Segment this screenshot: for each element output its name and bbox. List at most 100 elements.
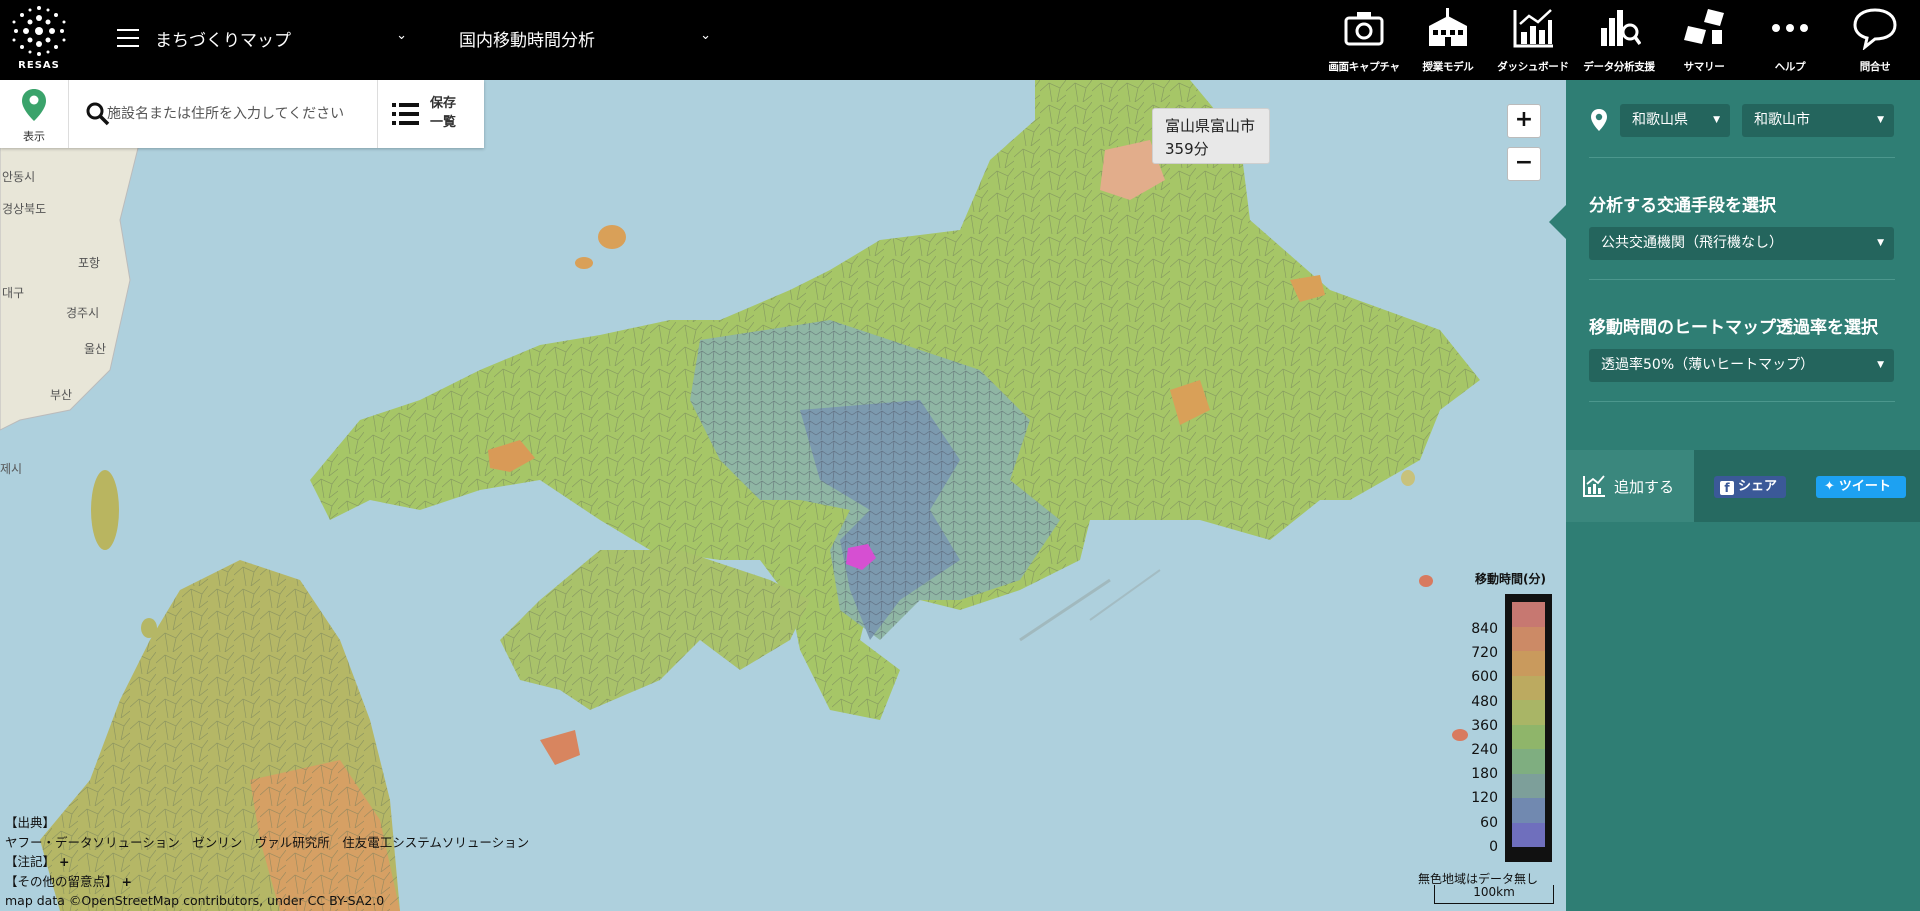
divider — [1589, 279, 1895, 280]
legend-swatch — [1512, 749, 1545, 774]
chevron-down-icon: ⌄ — [396, 28, 407, 43]
tooltip-time: 359分 — [1165, 140, 1209, 158]
chat-bubble-icon — [1853, 8, 1897, 50]
help-button[interactable]: ヘルプ — [1747, 4, 1833, 76]
twitter-bird-icon: ✦ — [1824, 479, 1835, 494]
data-analysis-label: データ分析支援 — [1583, 61, 1655, 73]
note-label: 【注記】 — [5, 854, 56, 869]
zoom-in-button[interactable]: + — [1507, 104, 1541, 138]
map-label: 경상북도 — [2, 202, 47, 216]
map-tooltip: 富山県富山市 359分 — [1152, 108, 1270, 164]
twitter-tweet-button[interactable]: ✦ ツイート — [1816, 476, 1906, 498]
caret-down-icon: ▼ — [1877, 115, 1884, 125]
legend-swatch — [1512, 675, 1545, 700]
map-label: 대구 — [2, 286, 25, 300]
map-canvas[interactable]: 안동시 경상북도 포항 경주시 대구 울산 부산 제시 — [0, 80, 1566, 911]
legend-label: 240 — [1471, 742, 1498, 758]
saved-list-button[interactable]: 保存 一覧 — [378, 80, 484, 148]
map-label: 제시 — [0, 462, 23, 476]
map-label: 경주시 — [66, 306, 100, 320]
heatmap-heading: 移動時間のヒートマップ透過率を選択 — [1589, 318, 1878, 338]
share-label: シェア — [1738, 479, 1778, 494]
legend-label: 180 — [1471, 766, 1498, 783]
top-navigation-bar: RESAS まちづくりマップ ⌄ 国内移動時間分析 ⌄ 画面キャプチャ 授業モデ… — [0, 0, 1920, 80]
zoom-out-button[interactable]: − — [1507, 147, 1541, 181]
display-location-button[interactable]: 表示 — [0, 80, 69, 148]
saved-list-label: 保存 一覧 — [430, 94, 470, 132]
divider — [1589, 401, 1895, 402]
plus-icon: + — [59, 854, 70, 869]
list-icon — [392, 103, 419, 125]
legend-swatch — [1512, 651, 1545, 676]
analysis-dropdown[interactable]: 国内移動時間分析 ⌄ — [459, 18, 711, 58]
city-select-value: 和歌山市 — [1754, 112, 1810, 128]
dashboard-icon — [1513, 9, 1553, 48]
contact-label: 問合せ — [1859, 61, 1891, 73]
camera-icon — [1344, 12, 1384, 46]
saved-label-line2: 一覧 — [430, 115, 457, 130]
heatmap-land — [0, 80, 1480, 911]
logo-text: RESAS — [18, 60, 60, 71]
heatmap-opacity-select[interactable]: 透過率50%（薄いヒートマップ） ▼ — [1589, 349, 1894, 382]
search-field — [69, 80, 378, 148]
legend-color-bar — [1505, 594, 1552, 862]
legend-label: 360 — [1471, 717, 1498, 734]
resas-logo[interactable]: RESAS — [6, 2, 72, 78]
facebook-share-button[interactable]: f シェア — [1714, 476, 1786, 498]
map-label: 안동시 — [2, 170, 36, 184]
transport-select-value: 公共交通機関（飛行機なし） — [1601, 235, 1783, 251]
school-icon — [1429, 8, 1467, 46]
transport-select[interactable]: 公共交通機関（飛行機なし） ▼ — [1589, 227, 1894, 260]
legend-swatch — [1512, 798, 1545, 823]
caret-down-icon: ▼ — [1877, 360, 1884, 370]
screen-capture-button[interactable]: 画面キャプチャ — [1321, 4, 1407, 76]
menu-dropdown[interactable]: まちづくりマップ ⌄ — [117, 18, 407, 58]
legend-label: 480 — [1471, 693, 1498, 710]
map-label: 포항 — [78, 256, 101, 270]
note-toggle[interactable]: 【注記】 + — [5, 852, 529, 872]
panel-arrow — [1549, 205, 1566, 239]
location-pin-icon — [1591, 109, 1607, 131]
dashboard-button[interactable]: ダッシュボード — [1490, 4, 1576, 76]
search-input[interactable] — [105, 101, 375, 127]
legend-swatch — [1512, 700, 1545, 725]
prefecture-select-value: 和歌山県 — [1632, 112, 1688, 128]
legend-label: 60 — [1480, 814, 1498, 831]
analysis-dropdown-label: 国内移動時間分析 — [459, 30, 595, 51]
other-notes-toggle[interactable]: 【その他の留意点】 + — [5, 872, 529, 892]
city-select[interactable]: 和歌山市 ▼ — [1742, 104, 1894, 137]
chevron-down-icon: ⌄ — [700, 28, 711, 43]
more-icon — [1772, 24, 1808, 32]
screen-capture-label: 画面キャプチャ — [1328, 61, 1400, 73]
map-label: 부산 — [50, 388, 73, 402]
source-text: ヤフー・データソリューション ゼンリン ヴァル研究所 住友電工システムソリューシ… — [5, 834, 530, 850]
dashboard-label: ダッシュボード — [1497, 61, 1569, 73]
share-strip: 追加する f シェア ✦ ツイート — [1566, 450, 1920, 522]
summary-icon — [1684, 9, 1724, 44]
summary-button[interactable]: サマリー — [1661, 4, 1747, 76]
contact-button[interactable]: 問合せ — [1832, 4, 1918, 76]
lesson-model-button[interactable]: 授業モデル — [1405, 4, 1491, 76]
legend-swatch — [1512, 822, 1545, 847]
tooltip-place: 富山県富山市 — [1165, 117, 1256, 135]
data-analysis-icon — [1601, 10, 1641, 46]
add-button[interactable]: 追加する — [1566, 450, 1694, 522]
hamburger-icon — [117, 29, 139, 47]
caret-down-icon: ▼ — [1877, 238, 1884, 248]
saved-label-line1: 保存 — [430, 96, 457, 111]
analysis-panel: 和歌山県 ▼ 和歌山市 ▼ 分析する交通手段を選択 公共交通機関（飛行機なし） … — [1566, 80, 1920, 911]
legend-label: 840 — [1471, 621, 1498, 637]
map-credits: 【出典】 ヤフー・データソリューション ゼンリン ヴァル研究所 住友電工システム… — [5, 813, 529, 911]
data-analysis-button[interactable]: データ分析支援 — [1576, 4, 1662, 76]
lesson-model-label: 授業モデル — [1422, 61, 1474, 73]
legend-label: 120 — [1471, 790, 1498, 807]
prefecture-select[interactable]: 和歌山県 ▼ — [1620, 104, 1730, 137]
tweet-label: ツイート — [1838, 479, 1891, 494]
legend-label: 600 — [1471, 669, 1498, 686]
legend-swatch — [1512, 724, 1545, 749]
scale-bar: 100km — [1434, 885, 1554, 904]
plus-icon: + — [121, 873, 132, 889]
search-panel: 表示 保存 一覧 — [0, 80, 484, 148]
caret-down-icon: ▼ — [1713, 115, 1720, 125]
legend-swatch — [1512, 602, 1545, 627]
